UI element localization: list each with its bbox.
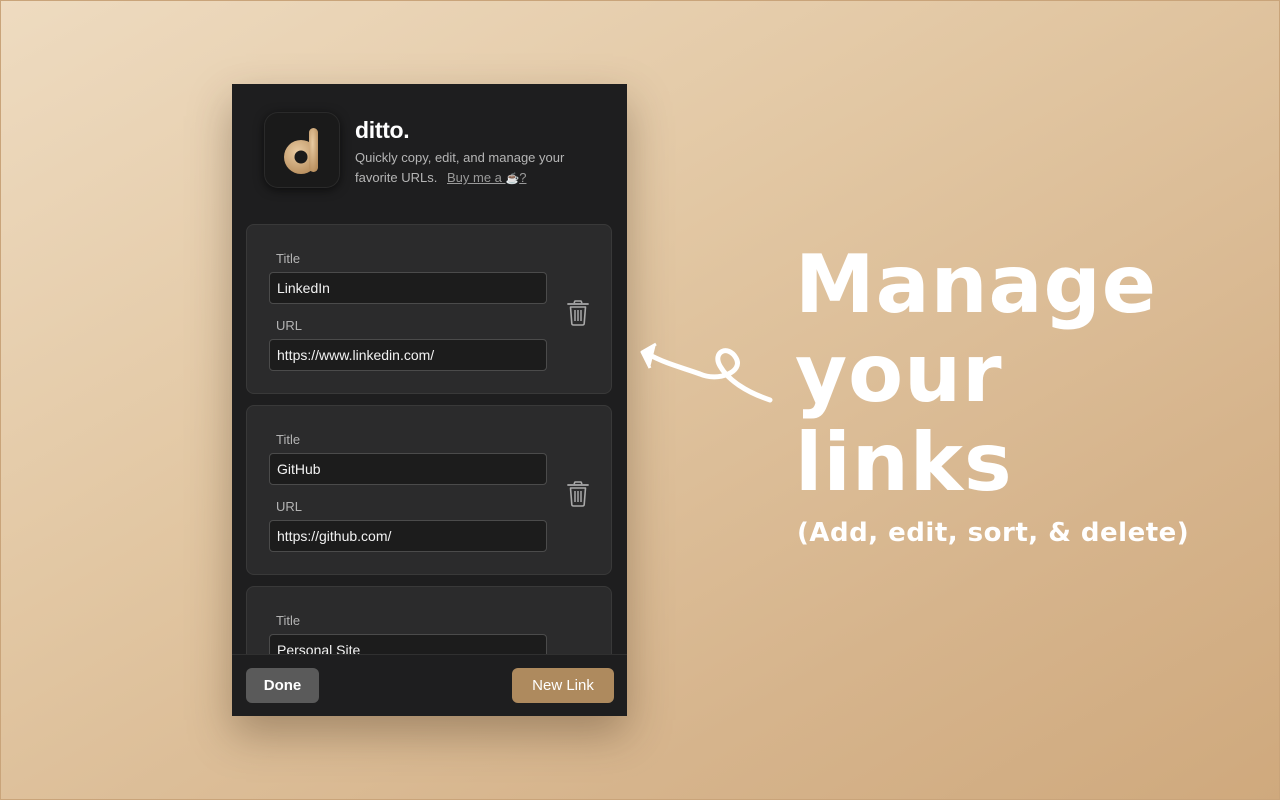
extension-popup: ditto. Quickly copy, edit, and manage yo… (232, 84, 627, 716)
trash-icon (567, 300, 589, 326)
title-input[interactable] (269, 634, 547, 654)
annotation-line-1: Manage (795, 238, 1158, 331)
link-card: Title URL (246, 405, 612, 575)
coffee-link-suffix: ? (519, 170, 527, 185)
link-card: Title URL (246, 224, 612, 394)
url-input[interactable] (269, 339, 547, 371)
annotation-line-2: your (795, 327, 1003, 420)
url-input[interactable] (269, 520, 547, 552)
title-label: Title (276, 251, 301, 266)
coffee-link-prefix: Buy me a (447, 170, 506, 185)
delete-link-button[interactable] (565, 299, 591, 327)
popup-footer: Done New Link (232, 654, 627, 716)
done-button[interactable]: Done (246, 668, 319, 703)
trash-icon (567, 481, 589, 507)
delete-link-button[interactable] (565, 480, 591, 508)
app-logo (264, 112, 340, 188)
link-card: Title (246, 586, 612, 654)
curly-arrow-icon (640, 342, 773, 403)
title-input[interactable] (269, 453, 547, 485)
annotation-heading: Manage your links (795, 240, 1157, 507)
title-label: Title (276, 432, 301, 447)
new-link-button[interactable]: New Link (512, 668, 614, 703)
logo-d-icon (284, 128, 318, 174)
url-label: URL (276, 499, 303, 514)
links-list[interactable]: Title URL Title URL (232, 224, 627, 654)
app-tagline: Quickly copy, edit, and manage your favo… (355, 148, 605, 189)
app-title: ditto. (355, 117, 410, 143)
title-input[interactable] (269, 272, 547, 304)
annotation-line-3: links (795, 416, 1013, 509)
title-label: Title (276, 613, 301, 628)
buy-me-a-coffee-link[interactable]: Buy me a ☕? (447, 170, 526, 185)
url-label: URL (276, 318, 303, 333)
popup-header: ditto. Quickly copy, edit, and manage yo… (232, 84, 627, 214)
annotation-subtitle: (Add, edit, sort, & delete) (797, 518, 1190, 548)
coffee-icon: ☕ (505, 173, 520, 185)
